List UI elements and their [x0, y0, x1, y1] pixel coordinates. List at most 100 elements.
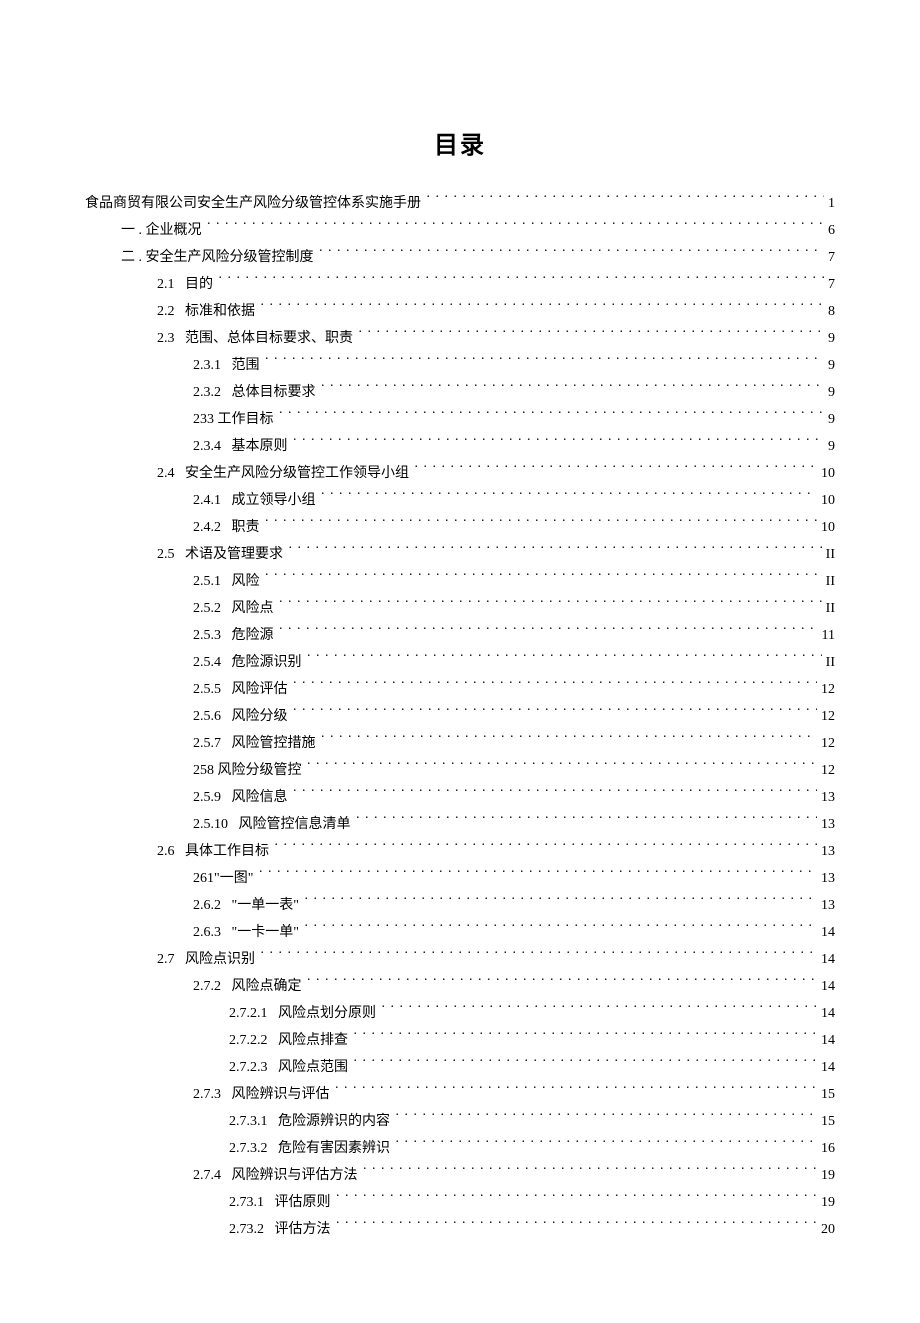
toc-entry-label: 233 工作目标: [193, 406, 277, 433]
toc-entry[interactable]: 2.73.1 评估原则 19: [85, 1189, 835, 1216]
toc-entry-label: 2.3.2 总体目标要求: [193, 379, 319, 406]
toc-entry[interactable]: 2.7.2.1 风险点划分原则 14: [85, 1000, 835, 1027]
toc-leader-dots: [336, 1192, 817, 1206]
toc-entry[interactable]: 2.5.1 风险 II: [85, 568, 835, 595]
toc-entry-page: 15: [819, 1081, 835, 1108]
toc-entry-page: 14: [819, 919, 835, 946]
toc-entry-label: 2.7.3.1 危险源辨识的内容: [229, 1108, 394, 1135]
toc-entry[interactable]: 2.73.2 评估方法 20: [85, 1216, 835, 1243]
toc-entry[interactable]: 2.5.2 风险点 II: [85, 595, 835, 622]
toc-leader-dots: [289, 544, 822, 558]
toc-entry-page: 9: [826, 406, 835, 433]
toc-entry[interactable]: 2.2 标准和依据 8: [85, 298, 835, 325]
toc-entry[interactable]: 258 风险分级管控 12: [85, 757, 835, 784]
toc-entry[interactable]: 2.7.2 风险点确定 14: [85, 973, 835, 1000]
toc-entry-page: 8: [826, 298, 835, 325]
toc-entry-label: 2.7 风险点识别: [157, 946, 259, 973]
toc-entry-label: 2.5.3 危险源: [193, 622, 277, 649]
toc-entry-page: 7: [826, 271, 835, 298]
toc-entry-page: 14: [819, 1054, 835, 1081]
toc-leader-dots: [304, 895, 817, 909]
toc-leader-dots: [265, 517, 817, 531]
toc-leader-dots: [261, 949, 818, 963]
toc-leader-dots: [427, 193, 825, 207]
toc-entry-label: 2.5.6 风险分级: [193, 703, 291, 730]
toc-entry[interactable]: 2.4 安全生产风险分级管控工作领导小组 10: [85, 460, 835, 487]
toc-entry-label: 2.6 具体工作目标: [157, 838, 273, 865]
toc-leader-dots: [261, 301, 825, 315]
toc-leader-dots: [265, 571, 822, 585]
toc-entry[interactable]: 2.5.6 风险分级 12: [85, 703, 835, 730]
toc-entry[interactable]: 食品商贸有限公司安全生产风险分级管控体系实施手册 1: [85, 190, 835, 217]
toc-entry-page: 6: [826, 217, 835, 244]
toc-entry-page: 19: [819, 1189, 835, 1216]
toc-entry[interactable]: 2.1 目的 7: [85, 271, 835, 298]
toc-entry[interactable]: 2.7 风险点识别 14: [85, 946, 835, 973]
toc-entry[interactable]: 2.5.9 风险信息 13: [85, 784, 835, 811]
toc-leader-dots: [396, 1138, 818, 1152]
toc-leader-dots: [415, 463, 818, 477]
toc-entry[interactable]: 2.3 范围、总体目标要求、职责 9: [85, 325, 835, 352]
toc-entry[interactable]: 2.5.4 危险源识别 II: [85, 649, 835, 676]
toc-entry-page: 9: [826, 352, 835, 379]
toc-entry-label: 2.73.2 评估方法: [229, 1216, 334, 1243]
toc-entry-page: 12: [819, 730, 835, 757]
toc-entry[interactable]: 2.7.3.1 危险源辨识的内容 15: [85, 1108, 835, 1135]
toc-entry-page: 14: [819, 1027, 835, 1054]
toc-leader-dots: [336, 1219, 817, 1233]
toc-entry[interactable]: 2.5.7 风险管控措施 12: [85, 730, 835, 757]
toc-entry[interactable]: 2.6.2 "一单一表" 13: [85, 892, 835, 919]
toc-entry-page: II: [824, 595, 835, 622]
toc-entry[interactable]: 2.3.4 基本原则 9: [85, 433, 835, 460]
toc-entry-page: II: [824, 649, 835, 676]
toc-entry[interactable]: 2.4.2 职责 10: [85, 514, 835, 541]
toc-leader-dots: [363, 1165, 817, 1179]
toc-entry-label: 2.7.4 风险辨识与评估方法: [193, 1162, 361, 1189]
toc-entry-label: 2.5.2 风险点: [193, 595, 277, 622]
toc-entry[interactable]: 2.7.3.2 危险有害因素辨识 16: [85, 1135, 835, 1162]
toc-entry-label: 2.7.3.2 危险有害因素辨识: [229, 1135, 394, 1162]
toc-entry[interactable]: 2.3.2 总体目标要求 9: [85, 379, 835, 406]
toc-entry[interactable]: 2.4.1 成立领导小组 10: [85, 487, 835, 514]
toc-entry-page: 9: [826, 325, 835, 352]
toc-entry-label: 261"一图": [193, 865, 257, 892]
toc-entry[interactable]: 233 工作目标 9: [85, 406, 835, 433]
toc-entry-label: 2.5.4 危险源识别: [193, 649, 305, 676]
toc-entry-label: 2.5.9 风险信息: [193, 784, 291, 811]
toc-leader-dots: [382, 1003, 818, 1017]
toc-entry[interactable]: 2.3.1 范围 9: [85, 352, 835, 379]
toc-entry[interactable]: 2.7.3 风险辨识与评估 15: [85, 1081, 835, 1108]
toc-leader-dots: [354, 1057, 818, 1071]
toc-entry[interactable]: 2.5 术语及管理要求 II: [85, 541, 835, 568]
toc-entry[interactable]: 2.7.2.2 风险点排查 14: [85, 1027, 835, 1054]
toc-title: 目录: [85, 125, 835, 160]
toc-entry[interactable]: 2.5.3 危险源 11: [85, 622, 835, 649]
toc-leader-dots: [279, 409, 824, 423]
toc-entry-label: 2.3.1 范围: [193, 352, 263, 379]
toc-entry[interactable]: 一 . 企业概况 6: [85, 217, 835, 244]
toc-entry-label: 2.7.2 风险点确定: [193, 973, 305, 1000]
toc-entry-label: 2.7.2.3 风险点范围: [229, 1054, 352, 1081]
toc-entry-label: 2.5 术语及管理要求: [157, 541, 287, 568]
toc-entry-page: 10: [819, 460, 835, 487]
toc-entry-page: II: [824, 541, 835, 568]
toc-entry-label: 2.7.2.1 风险点划分原则: [229, 1000, 380, 1027]
toc-entry-label: 2.4.2 职责: [193, 514, 263, 541]
toc-entry[interactable]: 2.7.4 风险辨识与评估方法 19: [85, 1162, 835, 1189]
toc-entry[interactable]: 2.5.5 风险评估 12: [85, 676, 835, 703]
toc-entry-page: II: [824, 568, 835, 595]
toc-leader-dots: [304, 922, 817, 936]
toc-entry-label: 2.5.10 风险管控信息清单: [193, 811, 354, 838]
toc-entry[interactable]: 2.7.2.3 风险点范围 14: [85, 1054, 835, 1081]
toc-leader-dots: [396, 1111, 818, 1125]
toc-leader-dots: [293, 436, 824, 450]
toc-entry[interactable]: 2.5.10 风险管控信息清单 13: [85, 811, 835, 838]
toc-leader-dots: [321, 490, 817, 504]
toc-entry[interactable]: 二 . 安全生产风险分级管控制度 7: [85, 244, 835, 271]
toc-leader-dots: [265, 355, 824, 369]
toc-entry[interactable]: 261"一图" 13: [85, 865, 835, 892]
toc-entry-label: 2.73.1 评估原则: [229, 1189, 334, 1216]
toc-entry-page: 20: [819, 1216, 835, 1243]
toc-entry[interactable]: 2.6 具体工作目标 13: [85, 838, 835, 865]
toc-entry[interactable]: 2.6.3 "一卡一单" 14: [85, 919, 835, 946]
